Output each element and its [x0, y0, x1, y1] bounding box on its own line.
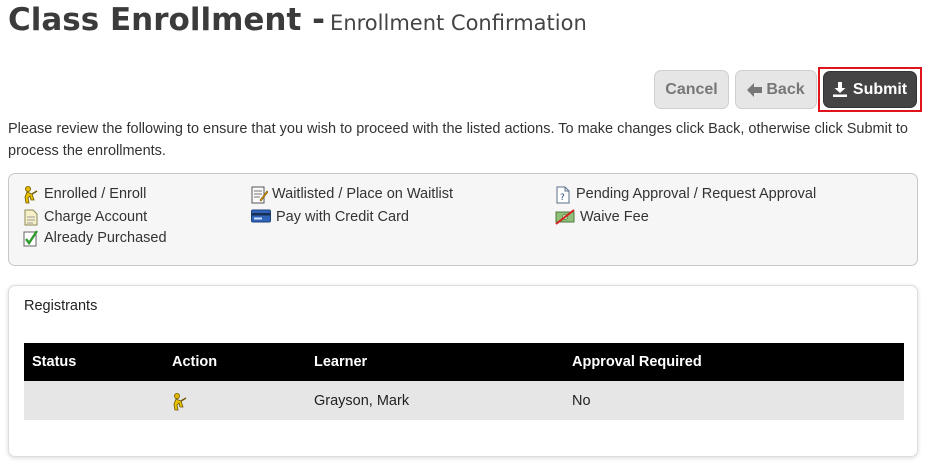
registrants-panel: Registrants Status Action Learner Approv…: [8, 285, 918, 457]
legend-label-enrolled: Enrolled / Enroll: [44, 186, 147, 202]
back-button-label: Back: [766, 80, 805, 98]
column-header-status: Status: [24, 343, 164, 381]
legend-item-purchased: Already Purchased: [23, 230, 167, 247]
legend-item-charge: Charge Account: [23, 209, 148, 226]
arrow-left-icon: [747, 82, 763, 97]
legend-label-charge: Charge Account: [44, 209, 148, 225]
pending-document-question-icon: ?: [555, 186, 571, 204]
cell-action: [164, 381, 306, 420]
legend-label-credit: Pay with Credit Card: [276, 209, 409, 225]
cancel-button-label: Cancel: [665, 80, 718, 98]
cell-learner: Grayson, Mark: [306, 381, 564, 420]
download-icon: [832, 82, 847, 97]
enroll-figure-icon: [172, 392, 188, 410]
legend-label-pending: Pending Approval / Request Approval: [576, 186, 817, 202]
page-header: Class Enrollment - Enrollment Confirmati…: [8, 2, 587, 38]
legend-label-waive: Waive Fee: [580, 209, 649, 225]
table-header-row: Status Action Learner Approval Required: [24, 343, 904, 381]
action-legend: Enrolled / Enroll Waitlisted / Place on …: [8, 173, 918, 266]
svg-text:?: ?: [560, 193, 565, 203]
legend-label-purchased: Already Purchased: [44, 230, 167, 246]
waitlist-notepad-icon: [251, 186, 269, 204]
cell-approval-required: No: [564, 381, 904, 420]
column-header-learner: Learner: [306, 343, 564, 381]
column-header-action: Action: [164, 343, 306, 381]
table-row: Grayson, Mark No: [24, 381, 904, 420]
credit-card-icon: [251, 209, 271, 225]
legend-label-waitlisted: Waitlisted / Place on Waitlist: [272, 186, 454, 202]
cancel-button[interactable]: Cancel: [654, 70, 729, 109]
legend-item-credit: Pay with Credit Card: [251, 209, 409, 225]
legend-item-waive: Waive Fee: [555, 209, 649, 225]
page-title: Class Enrollment -: [8, 2, 325, 38]
legend-item-enrolled: Enrolled / Enroll: [23, 186, 147, 204]
page-subtitle: Enrollment Confirmation: [330, 11, 587, 35]
back-button[interactable]: Back: [735, 70, 817, 109]
registrants-table: Status Action Learner Approval Required …: [24, 343, 904, 420]
registrants-title: Registrants: [24, 298, 98, 314]
legend-item-pending: ? Pending Approval / Request Approval: [555, 186, 817, 204]
already-purchased-check-icon: [23, 230, 39, 247]
waive-fee-money-icon: [555, 209, 575, 225]
submit-button-label: Submit: [852, 80, 908, 98]
charge-account-document-icon: [23, 209, 39, 226]
legend-item-waitlisted: Waitlisted / Place on Waitlist: [251, 186, 454, 204]
enroll-figure-icon: [23, 186, 39, 204]
instructions-text: Please review the following to ensure th…: [8, 121, 908, 159]
cell-status: [24, 381, 164, 420]
column-header-approval-required: Approval Required: [564, 343, 904, 381]
submit-button[interactable]: Submit: [823, 71, 917, 108]
